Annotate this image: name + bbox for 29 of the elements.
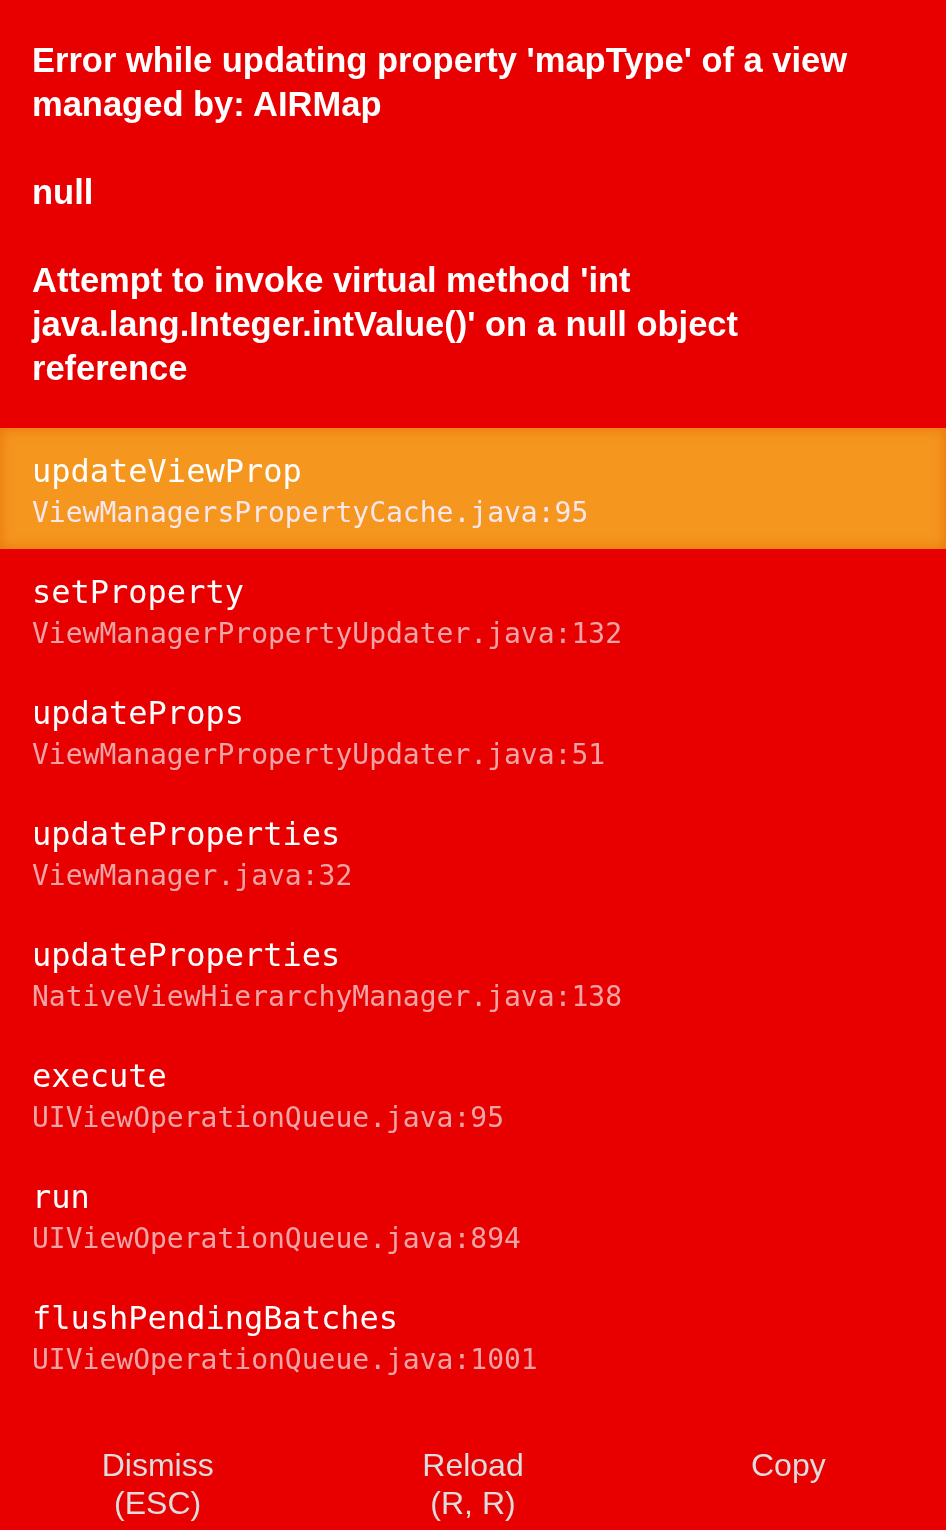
stack-frame-row[interactable]: updateProperties NativeViewHierarchyManager.java:138 [0,912,946,1033]
file-location: ViewManagersPropertyCache.java:95 [32,495,589,531]
file-location: UIViewOperationQueue.java:894 [32,1221,521,1257]
file-location: ViewManagerPropertyUpdater.java:51 [32,737,606,773]
error-message: null [32,172,95,213]
method-name: setProperty [32,572,244,613]
error-message: Attempt to invoke virtual method 'int java.lang.Integer.intValue()' on a null object reference [32,260,739,389]
method-name: updateProperties [32,814,341,855]
method-name: flushPendingBatches [32,1298,399,1339]
stack-frame-row[interactable]: execute UIViewOperationQueue.java:95 [0,1033,946,1154]
file-location: ViewManager.java:32 [32,858,353,894]
stack-frame-row[interactable]: flushPendingBatches UIViewOperationQueue.java:1001 [0,1275,946,1396]
stack-frame-row[interactable]: updateProperties ViewManager.java:32 [0,791,946,912]
method-name: updateProperties [32,935,341,976]
file-location: UIViewOperationQueue.java:1001 [32,1342,538,1378]
method-name: updateProps [32,693,244,734]
method-name: execute [32,1056,167,1097]
stack-frame-row[interactable]: setProperty ViewManagerPropertyUpdater.java:132 [0,549,946,670]
method-name: run [32,1177,90,1218]
stack-frame-row[interactable]: updateProps ViewManagerPropertyUpdater.java:51 [0,670,946,791]
reload-button[interactable]: Reload (R, R) [315,1430,631,1522]
error-message: Error while updating property 'mapType' of a view managed by: AIRMap [32,40,849,125]
copy-button[interactable]: Copy [630,1430,946,1484]
stack-frame-row[interactable]: run UIViewOperationQueue.java:894 [0,1154,946,1275]
file-location: ViewManagerPropertyUpdater.java:132 [32,616,622,652]
file-location: UIViewOperationQueue.java:95 [32,1100,504,1136]
file-location: NativeViewHierarchyManager.java:138 [32,979,622,1015]
dismiss-button[interactable]: Dismiss (ESC) [0,1430,316,1522]
method-name: updateViewProp [32,451,302,492]
